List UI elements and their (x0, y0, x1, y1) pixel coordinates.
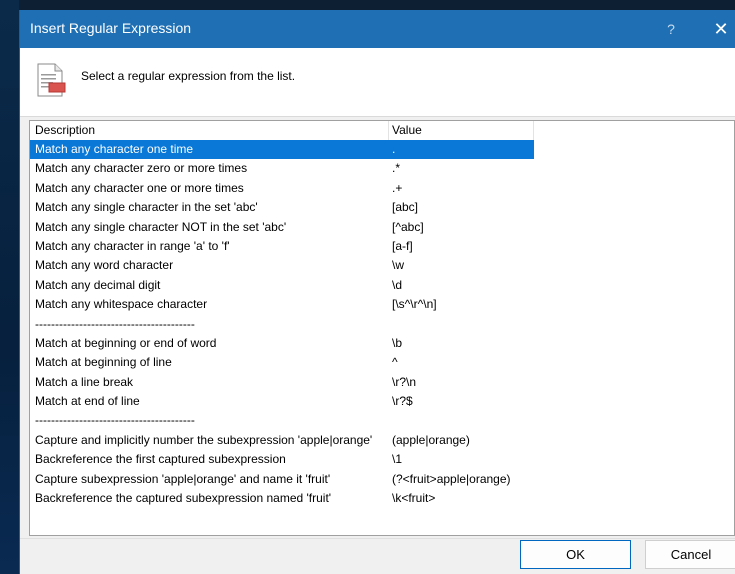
list-item-value: . (392, 142, 396, 156)
list-item-description: Match any word character (35, 258, 174, 273)
list-item[interactable]: Match at beginning or end of word \b (30, 334, 534, 353)
list-item-value: \b (392, 335, 403, 350)
list-item-description: Match at beginning or end of word (35, 335, 217, 350)
list-item[interactable]: Match any decimal digit \d (30, 276, 534, 295)
window-title: Insert Regular Expression (30, 20, 192, 36)
list-item-value: (apple|orange) (392, 432, 470, 447)
list-item-description: Capture and implicitly number the subexp… (35, 432, 373, 447)
desktop-background (0, 0, 19, 574)
list-item-description: Match any character one or more times (35, 180, 244, 195)
list-item-description: Backreference the captured subexpression… (35, 491, 332, 506)
list-item[interactable]: Match at end of line \r?$ (30, 392, 534, 411)
list-item-description: Match any whitespace character (35, 297, 208, 312)
list-item[interactable]: Match any character one or more times .+ (30, 179, 534, 198)
list-item-description: Match any single character NOT in the se… (35, 219, 287, 234)
list-item-description: Match any single character in the set 'a… (35, 200, 258, 215)
help-button[interactable]: ? (656, 10, 686, 48)
list-item-description: ---------------------------------------- (35, 316, 195, 331)
list-item-description: Match any character zero or more times (35, 161, 248, 176)
list-item[interactable]: Match any word character \w (30, 256, 534, 275)
close-button[interactable]: ✕ (706, 10, 735, 48)
list-item[interactable]: Match any whitespace character [\s^\r^\n] (30, 295, 534, 314)
list-item-description: Match any decimal digit (35, 277, 161, 292)
list-item[interactable]: Match any character in range 'a' to 'f' [… (30, 237, 534, 256)
column-header-description[interactable]: Description (35, 123, 95, 137)
list-item-value: [\s^\r^\n] (392, 297, 437, 312)
dialog-header: Select a regular expression from the lis… (20, 48, 735, 117)
column-divider[interactable] (533, 121, 534, 140)
list-item[interactable]: Match any character zero or more times .* (30, 159, 534, 178)
ok-button[interactable]: OK (520, 540, 631, 569)
list-item-value: [^abc] (392, 219, 424, 234)
list-item[interactable]: Backreference the first captured subexpr… (30, 450, 534, 469)
list-rows: Match any character one time. Match any c… (30, 140, 534, 508)
column-header-value[interactable]: Value (392, 123, 422, 137)
list-item[interactable]: Match any character one time. (30, 140, 534, 160)
insert-regex-dialog: Insert Regular Expression ? ✕ Select a r… (19, 10, 735, 574)
list-item[interactable]: Match a line break \r?\n (30, 373, 534, 392)
list-item[interactable]: Match any single character in the set 'a… (30, 198, 534, 217)
list-item[interactable]: Match at beginning of line ^ (30, 353, 534, 372)
list-item[interactable]: Capture and implicitly number the subexp… (30, 431, 534, 450)
list-item-description: Capture subexpression 'apple|orange' and… (35, 471, 331, 486)
list-item[interactable]: ---------------------------------------- (30, 411, 534, 430)
document-regex-icon (37, 63, 66, 97)
list-item-value: \w (392, 258, 404, 273)
regex-list[interactable]: Description Value Match any character on… (29, 120, 735, 536)
list-item-description: ---------------------------------------- (35, 413, 195, 428)
list-item-value: \d (392, 277, 403, 292)
list-item-value: \k<fruit> (392, 491, 436, 506)
list-item-value: (?<fruit>apple|orange) (392, 471, 511, 486)
list-item[interactable]: ---------------------------------------- (30, 315, 534, 334)
list-item-description: Match at beginning of line (35, 355, 172, 370)
list-item-value: ^ (392, 355, 398, 370)
list-item-value: \r?$ (392, 394, 413, 409)
list-item-value: [abc] (392, 200, 419, 215)
column-divider[interactable] (388, 121, 389, 140)
instruction-text: Select a regular expression from the lis… (81, 69, 296, 83)
list-item-description: Match any character in range 'a' to 'f' (35, 238, 230, 253)
cancel-button[interactable]: Cancel (645, 540, 735, 569)
list-item-description: Match any character one time (35, 142, 194, 156)
list-item-value: .* (392, 161, 401, 176)
list-item-value: \1 (392, 452, 403, 467)
list-item-description: Match a line break (35, 374, 134, 389)
list-item-value: [a-f] (392, 238, 413, 253)
list-item[interactable]: Backreference the captured subexpression… (30, 489, 534, 508)
list-item-description: Match at end of line (35, 394, 140, 409)
footer-divider (20, 538, 735, 539)
list-item[interactable]: Capture subexpression 'apple|orange' and… (30, 470, 534, 489)
list-item-value: .+ (392, 180, 403, 195)
list-item-value: \r?\n (392, 374, 417, 389)
list-item[interactable]: Match any single character NOT in the se… (30, 218, 534, 237)
list-header: Description Value (30, 121, 534, 140)
list-item-description: Backreference the first captured subexpr… (35, 452, 286, 467)
title-bar[interactable]: Insert Regular Expression ? ✕ (20, 10, 735, 48)
